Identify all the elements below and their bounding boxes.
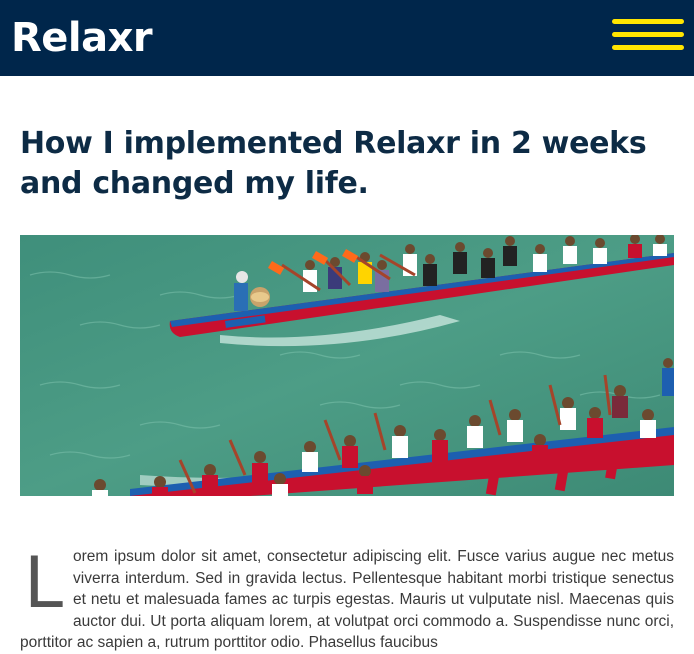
menu-bar-top [612,19,684,24]
relaxr-logo[interactable]: Relaxr [11,14,153,62]
article-body: Lorem ipsum dolor sit amet, consectetur … [20,546,674,654]
drop-cap: L [24,542,63,624]
menu-bar-bottom [612,45,684,50]
hamburger-menu-icon[interactable] [612,19,684,55]
article-body-text: orem ipsum dolor sit amet, consectetur a… [20,548,674,651]
article-title: How I implemented Relaxr in 2 weeks and … [20,126,647,201]
top-nav-bar: Relaxr [0,0,694,76]
menu-bar-middle [612,32,684,37]
hero-image [20,235,674,496]
